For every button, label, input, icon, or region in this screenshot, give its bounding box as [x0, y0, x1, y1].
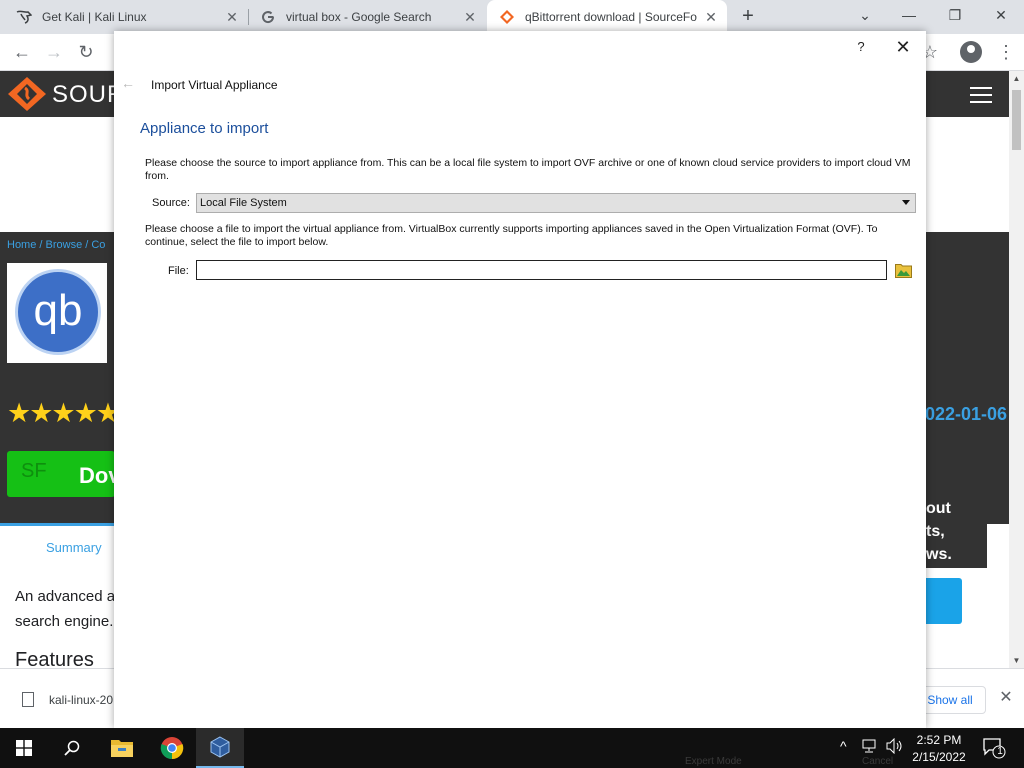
file-icon	[22, 692, 34, 707]
import-appliance-dialog: ? ✕ ← Import Virtual Appliance Appliance…	[114, 31, 926, 728]
tab-title: qBittorrent download | SourceFo	[525, 10, 697, 24]
chevron-up-icon[interactable]: ^	[840, 738, 847, 754]
sourceforge-logo-icon[interactable]	[8, 77, 46, 111]
search-icon[interactable]	[48, 728, 96, 768]
ghost-cancel-text: Cancel	[862, 756, 894, 767]
help-button[interactable]: ?	[852, 38, 870, 56]
download-button[interactable]: SF Dov	[7, 451, 121, 497]
tab-close-icon[interactable]: ✕	[462, 9, 478, 25]
scroll-up-icon[interactable]: ▲	[1011, 74, 1022, 84]
chrome-icon[interactable]	[148, 728, 196, 768]
dialog-title: Import Virtual Appliance	[151, 78, 278, 92]
source-select[interactable]: Local File System	[196, 193, 916, 213]
ghost-expert-mode-text: Expert Mode	[685, 756, 742, 767]
last-update-date: 022-01-06	[925, 404, 1008, 424]
reload-icon[interactable]: ↻	[74, 40, 98, 64]
clock-time: 2:52 PM	[916, 733, 962, 747]
download-badge-icon: SF	[21, 460, 47, 482]
new-tab-button[interactable]: +	[737, 5, 759, 27]
tab-title: Get Kali | Kali Linux	[42, 10, 147, 24]
tab-close-icon[interactable]: ✕	[224, 9, 240, 25]
tab-underline	[0, 523, 116, 526]
scrollbar-thumb[interactable]	[1012, 90, 1021, 150]
notification-count: 1	[997, 746, 1003, 757]
forward-arrow-icon[interactable]: →	[42, 40, 66, 64]
chevron-down-icon[interactable]: ⌄	[854, 4, 876, 26]
side-promo-text: out ts, ws.	[926, 497, 986, 566]
source-instructions: Please choose the source to import appli…	[145, 157, 911, 182]
qbittorrent-logo-icon: qb	[15, 269, 101, 355]
minimize-button[interactable]: —	[898, 4, 920, 26]
windows-start-icon[interactable]	[0, 728, 48, 768]
folder-open-icon[interactable]	[895, 262, 912, 278]
file-path-input[interactable]	[196, 260, 887, 280]
tab-kali[interactable]: Get Kali | Kali Linux ✕	[0, 0, 248, 34]
window-close-button[interactable]: ✕	[990, 4, 1012, 26]
profile-avatar-icon[interactable]	[960, 41, 982, 63]
rating-stars: ★★★★★	[7, 398, 120, 428]
dropdown-arrow-icon	[902, 200, 910, 205]
notification-center-icon[interactable]: 1	[982, 736, 1006, 760]
app-logo: qb	[7, 263, 107, 363]
source-label: Source:	[152, 197, 190, 209]
close-icon[interactable]: ✕	[997, 689, 1015, 707]
breadcrumb[interactable]: Home / Browse / Co	[7, 239, 105, 251]
promo-line: out	[926, 500, 951, 517]
system-clock[interactable]: 2:52 PM 2/15/2022	[905, 732, 973, 766]
tab-summary[interactable]: Summary	[46, 540, 102, 555]
source-selected-value: Local File System	[200, 197, 287, 209]
project-description: An advanced a search engine.	[15, 584, 115, 634]
description-line: An advanced a	[15, 588, 115, 605]
promo-line: ws.	[926, 546, 952, 563]
description-line: search engine.	[15, 613, 114, 630]
page-scrollbar[interactable]	[1009, 71, 1024, 668]
kali-dragon-icon	[16, 9, 32, 25]
file-explorer-icon[interactable]	[98, 728, 146, 768]
side-promo-button[interactable]	[926, 578, 962, 624]
google-g-icon	[260, 9, 276, 25]
file-label: File:	[168, 265, 189, 277]
network-icon[interactable]	[862, 738, 878, 757]
virtualbox-icon[interactable]	[196, 728, 244, 768]
taskbar: Expert Mode Cancel ^ 2:52 PM 2/15/2022 1	[0, 728, 1024, 768]
file-instructions: Please choose a file to import the virtu…	[145, 223, 878, 248]
browser-tab-strip: Get Kali | Kali Linux ✕ virtual box - Go…	[0, 0, 1024, 34]
tab-close-icon[interactable]: ✕	[703, 9, 719, 25]
promo-line: ts,	[926, 523, 945, 540]
dialog-close-button[interactable]: ✕	[893, 37, 913, 57]
sourceforge-icon	[499, 9, 515, 25]
volume-icon[interactable]	[886, 737, 904, 757]
clock-date: 2/15/2022	[912, 750, 966, 764]
tab-sourceforge[interactable]: qBittorrent download | SourceFo ✕	[487, 0, 727, 34]
hamburger-menu-icon[interactable]	[970, 87, 992, 103]
download-filename[interactable]: kali-linux-20	[49, 693, 115, 707]
restore-button[interactable]: ❐	[944, 4, 966, 26]
tab-title: virtual box - Google Search	[286, 10, 432, 24]
page-heading: Appliance to import	[140, 120, 269, 137]
tab-google-search[interactable]: virtual box - Google Search ✕	[248, 0, 486, 34]
scroll-down-icon[interactable]: ▼	[1011, 656, 1022, 666]
back-arrow-icon[interactable]: ←	[10, 40, 34, 64]
menu-dots-icon[interactable]: ⋮	[994, 40, 1018, 64]
back-arrow-icon[interactable]: ←	[121, 75, 137, 91]
